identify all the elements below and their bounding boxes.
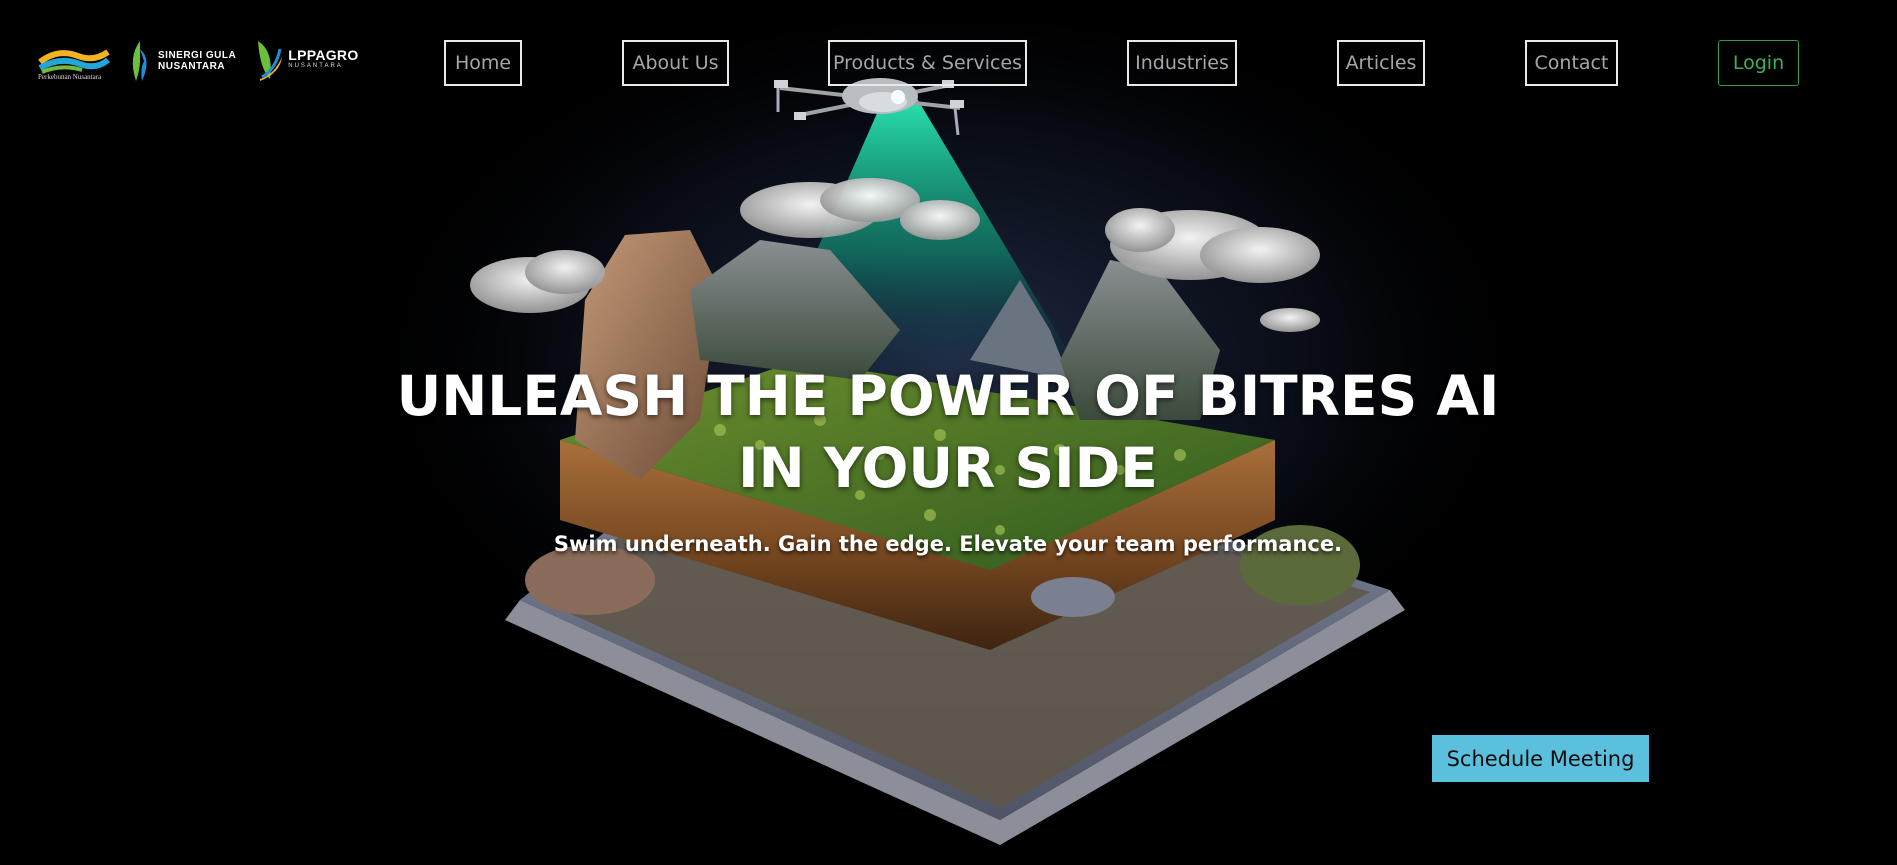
hero-title: UNLEASH THE POWER OF BITRES AI IN YOUR S…	[348, 360, 1548, 504]
landing-page: Perkebunan Nusantara SINERGI GULA NUSANT…	[0, 0, 1897, 865]
logo-sgn-line2: NUSANTARA	[158, 61, 226, 72]
logo-ptpn: Perkebunan Nusantara	[38, 46, 110, 81]
logo-ptpn-caption: Perkebunan Nusantara	[38, 73, 102, 81]
logo-sgn: SINERGI GULA NUSANTARA	[126, 39, 236, 83]
nav-products-services[interactable]: Products & Services	[828, 40, 1027, 86]
logo-lppagro-line2: NUSANTARA	[288, 63, 343, 69]
login-button[interactable]: Login	[1718, 40, 1799, 86]
hero-title-line1: UNLEASH THE POWER OF BITRES AI	[396, 364, 1500, 428]
nav-industries[interactable]: Industries	[1127, 40, 1237, 86]
schedule-meeting-button[interactable]: Schedule Meeting	[1432, 735, 1649, 782]
nav-home[interactable]: Home	[444, 40, 522, 86]
nav-about-us[interactable]: About Us	[622, 40, 729, 86]
logo-lppagro-icon	[258, 41, 283, 81]
nav-contact[interactable]: Contact	[1525, 40, 1618, 86]
logo-lppagro-line1: LPPAGRO	[288, 47, 359, 63]
partner-logos: Perkebunan Nusantara SINERGI GULA NUSANT…	[38, 36, 359, 86]
logo-sgn-line1: SINERGI GULA	[158, 50, 237, 61]
hero-subtitle: Swim underneath. Gain the edge. Elevate …	[553, 532, 1343, 556]
logo-sgn-icon	[132, 41, 147, 81]
logo-lppagro: LPPAGRO NUSANTARA	[254, 39, 358, 83]
nav-articles[interactable]: Articles	[1337, 40, 1425, 86]
hero-title-line2: IN YOUR SIDE	[738, 436, 1158, 500]
